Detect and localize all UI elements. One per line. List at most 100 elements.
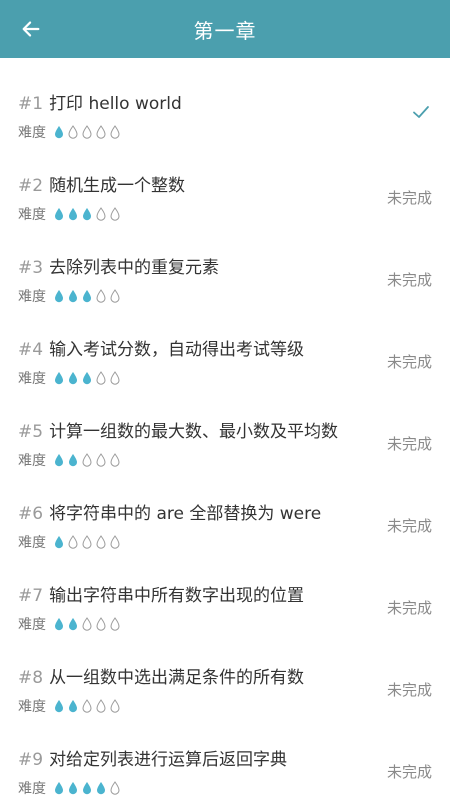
drop-filled-icon xyxy=(69,372,77,385)
exercise-title-text: 去除列表中的重复元素 xyxy=(49,258,220,278)
drop-filled-icon xyxy=(69,208,77,221)
top-app-bar: 第一章 xyxy=(0,0,450,58)
difficulty-label: 难度 xyxy=(18,699,46,715)
drop-empty-icon xyxy=(110,125,120,139)
status-label: 未完成 xyxy=(386,353,432,371)
difficulty-rating xyxy=(54,207,124,221)
drop-empty-icon xyxy=(96,371,106,385)
drop-empty-icon xyxy=(82,453,92,467)
drop-filled-icon xyxy=(69,700,77,713)
difficulty-label: 难度 xyxy=(18,207,46,223)
exercise-title: #3 去除列表中的重复元素 xyxy=(18,253,219,278)
exercise-title-text: 输出字符串中所有数字出现的位置 xyxy=(49,586,305,606)
drop-empty-icon xyxy=(96,289,106,303)
status-label: 未完成 xyxy=(386,435,432,453)
exercise-item[interactable]: #7 输出字符串中所有数字出现的位置 难度 未完成 xyxy=(0,567,450,649)
drop-filled-icon xyxy=(83,208,91,221)
difficulty-rating xyxy=(54,617,124,631)
exercise-number: #4 xyxy=(18,340,44,360)
check-icon xyxy=(413,106,429,118)
drop-filled-icon xyxy=(55,454,63,467)
exercise-number: #2 xyxy=(18,176,44,196)
drop-empty-icon xyxy=(96,207,106,221)
difficulty-row: 难度 xyxy=(18,204,124,224)
exercise-title: #9 对给定列表进行运算后返回字典 xyxy=(18,745,287,770)
exercise-title: #1 打印 hello world xyxy=(18,89,182,114)
exercise-title-text: 计算一组数的最大数、最小数及平均数 xyxy=(49,422,339,442)
page-title: 第一章 xyxy=(193,18,257,43)
exercise-number: #3 xyxy=(18,258,44,278)
exercise-title: #6 将字符串中的 are 全部替换为 were xyxy=(18,499,321,524)
status-label: 未完成 xyxy=(386,599,432,617)
difficulty-rating xyxy=(54,781,124,795)
exercise-item[interactable]: #6 将字符串中的 are 全部替换为 were 难度 未完成 xyxy=(0,485,450,567)
exercise-title: #5 计算一组数的最大数、最小数及平均数 xyxy=(18,417,338,442)
drop-filled-icon xyxy=(69,782,77,795)
difficulty-label: 难度 xyxy=(18,617,46,633)
difficulty-row: 难度 xyxy=(18,778,124,798)
drop-empty-icon xyxy=(82,535,92,549)
exercise-title-text: 随机生成一个整数 xyxy=(49,176,186,196)
difficulty-row: 难度 xyxy=(18,696,124,716)
back-button[interactable] xyxy=(14,12,48,46)
drop-empty-icon xyxy=(110,453,120,467)
difficulty-row: 难度 xyxy=(18,368,124,388)
drop-empty-icon xyxy=(82,617,92,631)
exercise-item[interactable]: #5 计算一组数的最大数、最小数及平均数难度 未完成 xyxy=(0,403,450,485)
drop-filled-icon xyxy=(83,290,91,303)
status-label: 未完成 xyxy=(386,681,432,699)
drop-filled-icon xyxy=(69,618,77,631)
drop-filled-icon xyxy=(69,454,77,467)
drop-empty-icon xyxy=(68,535,78,549)
drop-filled-icon xyxy=(83,782,91,795)
difficulty-rating xyxy=(54,535,124,549)
exercise-number: #8 xyxy=(18,668,44,688)
exercise-item[interactable]: #8 从一组数中选出满足条件的所有数 难度 未完成 xyxy=(0,649,450,731)
difficulty-label: 难度 xyxy=(18,289,46,305)
app-screen: 第一章 #1 打印 hello world 难度 #2 随机生成一个整数 难度 未完成 #3 去… xyxy=(0,0,450,800)
drop-filled-icon xyxy=(55,290,63,303)
drop-empty-icon xyxy=(82,125,92,139)
exercise-title-text: 对给定列表进行运算后返回字典 xyxy=(49,750,288,770)
exercise-number: #1 xyxy=(18,94,44,114)
exercise-list[interactable]: #1 打印 hello world 难度 #2 随机生成一个整数 难度 未完成 #3 去除列表中… xyxy=(0,58,450,800)
difficulty-label: 难度 xyxy=(18,453,46,469)
drop-empty-icon xyxy=(96,699,106,713)
exercise-item[interactable]: #2 随机生成一个整数 难度 未完成 xyxy=(0,157,450,239)
difficulty-row: 难度 xyxy=(18,286,124,306)
difficulty-rating xyxy=(54,371,124,385)
drop-empty-icon xyxy=(96,125,106,139)
exercise-item[interactable]: #3 去除列表中的重复元素 难度 未完成 xyxy=(0,239,450,321)
drop-filled-icon xyxy=(55,372,63,385)
drop-empty-icon xyxy=(68,125,78,139)
difficulty-label: 难度 xyxy=(18,535,46,551)
difficulty-rating xyxy=(54,699,124,713)
drop-empty-icon xyxy=(110,699,120,713)
status-label: 未完成 xyxy=(386,517,432,535)
drop-empty-icon xyxy=(96,617,106,631)
status-label: 未完成 xyxy=(386,763,432,781)
exercise-title: #4 输入考试分数，自动得出考试等级 xyxy=(18,335,304,360)
exercise-number: #7 xyxy=(18,586,44,606)
exercise-title: #2 随机生成一个整数 xyxy=(18,171,185,196)
drop-filled-icon xyxy=(69,290,77,303)
exercise-item[interactable]: #4 输入考试分数，自动得出考试等级难度 未完成 xyxy=(0,321,450,403)
drop-empty-icon xyxy=(82,699,92,713)
drop-empty-icon xyxy=(110,617,120,631)
exercise-number: #9 xyxy=(18,750,44,770)
drop-empty-icon xyxy=(110,781,120,795)
exercise-item[interactable]: #9 对给定列表进行运算后返回字典难度 未完成 xyxy=(0,731,450,800)
drop-empty-icon xyxy=(110,371,120,385)
exercise-title-text: 从一组数中选出满足条件的所有数 xyxy=(49,668,305,688)
drop-filled-icon xyxy=(55,126,63,139)
drop-filled-icon xyxy=(55,536,63,549)
status-label: 未完成 xyxy=(386,189,432,207)
drop-filled-icon xyxy=(83,372,91,385)
exercise-title: #7 输出字符串中所有数字出现的位置 xyxy=(18,581,304,606)
drop-filled-icon xyxy=(55,208,63,221)
drop-empty-icon xyxy=(110,289,120,303)
exercise-item[interactable]: #1 打印 hello world 难度 xyxy=(0,75,450,157)
difficulty-row: 难度 xyxy=(18,532,124,552)
status-label: 未完成 xyxy=(386,271,432,289)
exercise-title-text: 打印 hello world xyxy=(49,94,182,114)
